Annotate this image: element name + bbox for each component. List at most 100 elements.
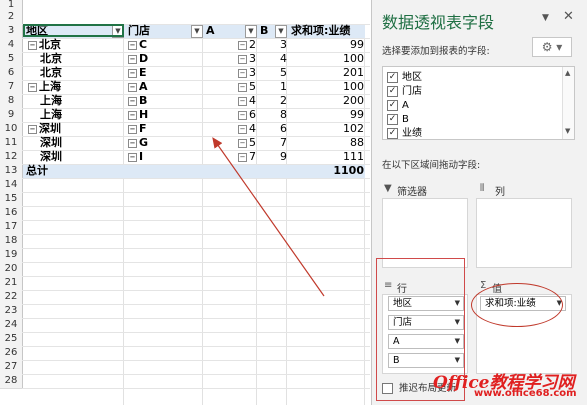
sum-value-cell[interactable]: 201 xyxy=(300,66,364,80)
region-cell[interactable]: 上海 xyxy=(40,108,62,122)
row-number[interactable]: 15 xyxy=(0,192,23,207)
b-cell[interactable]: 8 xyxy=(280,108,287,122)
store-cell[interactable]: − D xyxy=(128,52,148,66)
row-number[interactable]: 5 xyxy=(0,52,23,67)
columns-drop-area[interactable] xyxy=(476,198,572,268)
field-item[interactable]: ✓ 门店 xyxy=(387,84,422,99)
store-cell[interactable]: − G xyxy=(128,136,148,150)
row-number[interactable]: 17 xyxy=(0,220,23,235)
store-filter-dropdown[interactable]: ▼ xyxy=(191,25,203,38)
total-value[interactable]: 1100 xyxy=(300,164,364,178)
collapse-icon[interactable]: − xyxy=(28,82,37,92)
collapse-icon[interactable]: − xyxy=(28,124,37,134)
a-cell[interactable]: −6 xyxy=(238,108,256,122)
collapse-icon[interactable]: − xyxy=(128,68,137,78)
row-number[interactable]: 14 xyxy=(0,178,23,193)
header-sum[interactable]: 求和项:业绩 xyxy=(291,24,350,38)
store-cell[interactable]: − F xyxy=(128,122,147,136)
collapse-icon[interactable]: − xyxy=(238,138,247,148)
row-number[interactable]: 23 xyxy=(0,304,23,319)
header-a[interactable]: A xyxy=(206,24,215,38)
close-icon[interactable]: ✕ xyxy=(563,9,574,24)
total-label[interactable]: 总计 xyxy=(26,164,48,178)
field-item[interactable]: ✓ 地区 xyxy=(387,70,422,85)
row-number[interactable]: 28 xyxy=(0,374,23,389)
collapse-icon[interactable]: − xyxy=(238,152,247,162)
row-number[interactable]: 13 xyxy=(0,164,23,179)
store-cell[interactable]: − B xyxy=(128,94,147,108)
a-cell[interactable]: −5 xyxy=(238,80,256,94)
b-cell[interactable]: 2 xyxy=(280,94,287,108)
b-cell[interactable]: 7 xyxy=(280,136,287,150)
b-cell[interactable]: 1 xyxy=(280,80,287,94)
row-number[interactable]: 25 xyxy=(0,332,23,347)
b-cell[interactable]: 9 xyxy=(280,150,287,164)
sum-value-cell[interactable]: 100 xyxy=(300,80,364,94)
a-cell[interactable]: −2 xyxy=(238,38,256,52)
b-cell[interactable]: 4 xyxy=(280,52,287,66)
row-number[interactable]: 20 xyxy=(0,262,23,277)
header-store[interactable]: 门店 xyxy=(128,24,150,38)
row-number[interactable]: 24 xyxy=(0,318,23,333)
row-number[interactable]: 8 xyxy=(0,94,23,109)
row-number[interactable]: 7 xyxy=(0,80,23,95)
store-cell[interactable]: − A xyxy=(128,80,148,94)
region-cell[interactable]: 深圳 xyxy=(40,150,62,164)
gear-icon[interactable]: ⚙ ▾ xyxy=(532,37,572,57)
sum-value-cell[interactable]: 88 xyxy=(300,136,364,150)
a-cell[interactable]: −4 xyxy=(238,122,256,136)
region-cell[interactable]: − 北京 xyxy=(28,38,61,52)
collapse-icon[interactable]: − xyxy=(28,40,37,50)
field-checkbox[interactable]: ✓ xyxy=(387,85,398,97)
field-checkbox[interactable]: ✓ xyxy=(387,127,398,139)
row-number[interactable]: 27 xyxy=(0,360,23,375)
a-cell[interactable]: −5 xyxy=(238,136,256,150)
row-number[interactable]: 21 xyxy=(0,276,23,291)
collapse-icon[interactable]: − xyxy=(128,138,137,148)
b-cell[interactable]: 5 xyxy=(280,66,287,80)
store-cell[interactable]: − E xyxy=(128,66,147,80)
b-cell[interactable]: 3 xyxy=(280,38,287,52)
row-number[interactable]: 11 xyxy=(0,136,23,151)
region-cell[interactable]: − 深圳 xyxy=(28,122,61,136)
collapse-icon[interactable]: − xyxy=(238,110,247,120)
collapse-icon[interactable]: − xyxy=(238,96,247,106)
b-filter-dropdown[interactable]: ▼ xyxy=(275,25,287,38)
collapse-icon[interactable]: − xyxy=(238,82,247,92)
field-checkbox[interactable]: ✓ xyxy=(387,113,398,125)
collapse-icon[interactable]: − xyxy=(128,152,137,162)
collapse-icon[interactable]: − xyxy=(128,96,137,106)
a-cell[interactable]: −3 xyxy=(238,52,256,66)
row-number[interactable]: 12 xyxy=(0,150,23,165)
row-number[interactable]: 10 xyxy=(0,122,23,137)
row-number[interactable]: 22 xyxy=(0,290,23,305)
sum-value-cell[interactable]: 100 xyxy=(300,52,364,66)
region-cell[interactable]: 北京 xyxy=(40,66,62,80)
pane-options-dropdown-icon[interactable]: ▼ xyxy=(542,13,549,23)
row-number-2[interactable]: 2 xyxy=(0,10,23,25)
scroll-up-icon[interactable]: ▲ xyxy=(565,69,570,77)
collapse-icon[interactable]: − xyxy=(238,54,247,64)
collapse-icon[interactable]: − xyxy=(128,40,137,50)
row-number[interactable]: 16 xyxy=(0,206,23,221)
row-number[interactable]: 4 xyxy=(0,38,23,53)
collapse-icon[interactable]: − xyxy=(128,110,137,120)
row-number[interactable]: 19 xyxy=(0,248,23,263)
row-number[interactable]: 18 xyxy=(0,234,23,249)
collapse-icon[interactable]: − xyxy=(128,54,137,64)
sum-value-cell[interactable]: 200 xyxy=(300,94,364,108)
b-cell[interactable]: 6 xyxy=(280,122,287,136)
a-cell[interactable]: −4 xyxy=(238,94,256,108)
a-cell[interactable]: −3 xyxy=(238,66,256,80)
field-item[interactable]: ✓ 业绩 xyxy=(387,126,422,141)
field-list-scrollbar[interactable]: ▲ ▼ xyxy=(562,67,574,139)
header-b[interactable]: B xyxy=(260,24,268,38)
sum-value-cell[interactable]: 99 xyxy=(300,108,364,122)
region-cell[interactable]: 深圳 xyxy=(40,136,62,150)
row-number[interactable]: 26 xyxy=(0,346,23,361)
store-cell[interactable]: − C xyxy=(128,38,147,52)
sum-value-cell[interactable]: 111 xyxy=(300,150,364,164)
a-cell[interactable]: −7 xyxy=(238,150,256,164)
field-checkbox[interactable]: ✓ xyxy=(387,99,398,111)
row-number[interactable]: 9 xyxy=(0,108,23,123)
